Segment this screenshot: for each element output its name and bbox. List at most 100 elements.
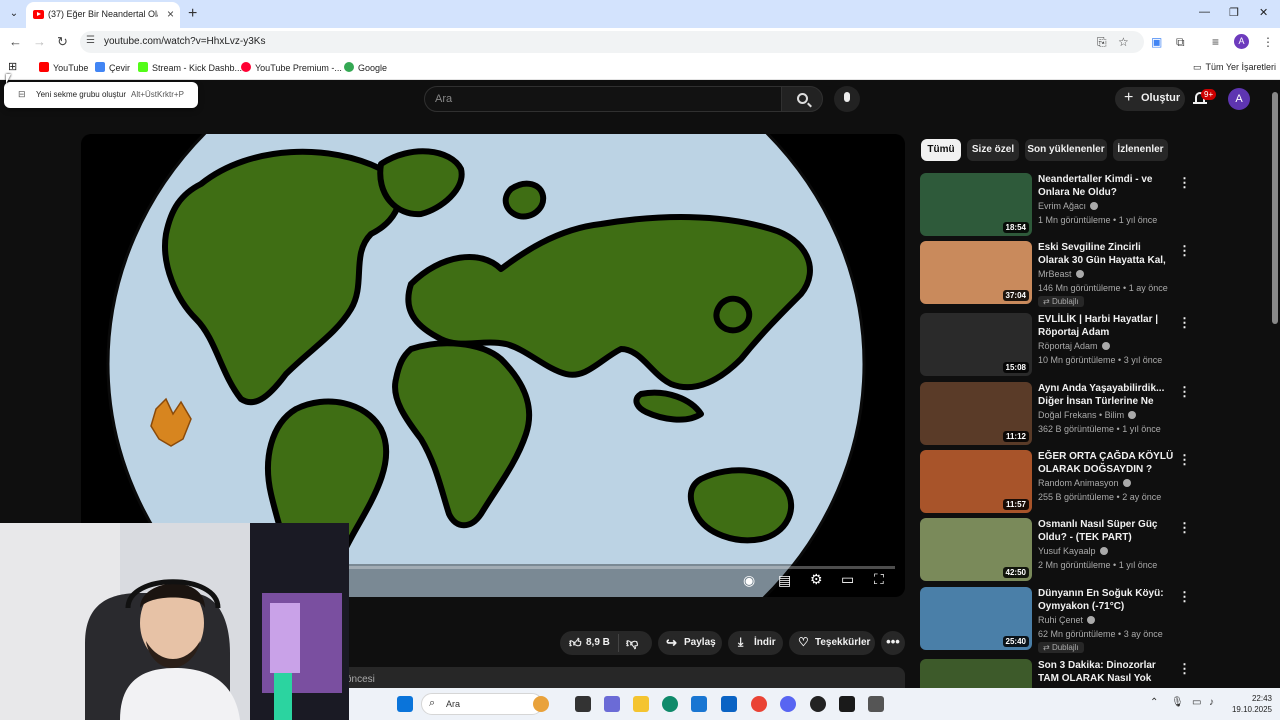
video-thumbnail[interactable]: 18:54 [920,173,1032,236]
apps-grid-icon[interactable]: ⊞ [8,60,17,73]
voice-search-button[interactable] [834,86,860,112]
youtube-search-input[interactable]: Ara [424,86,782,112]
system-clock[interactable]: 22:43 19.10.2025 [1232,693,1272,715]
youtube-search-button[interactable] [781,86,823,112]
browser-tab-active[interactable]: (37) Eğer Bir Neandertal Olaraki × [26,2,180,28]
taskbar-search[interactable]: ⌕ Ara [421,693,543,715]
tray-chevron-icon[interactable]: ⌃ [1150,697,1158,708]
back-icon[interactable]: ← [9,34,22,49]
tab-search-icon[interactable]: ⌄ [6,6,22,22]
share-button[interactable]: ↪ Paylaş [658,631,722,655]
microphone-icon[interactable]: 🎙︎ [1171,697,1184,708]
store-icon[interactable] [691,696,707,712]
bookmark-youtube[interactable]: YouTube [39,62,88,73]
theater-mode-icon[interactable]: ▭ [841,571,854,588]
network-icon[interactable]: ▭ [1192,697,1201,708]
video-title[interactable]: EĞER ORTA ÇAĞDA KÖYLÜ OLARAK DOĞSAYDIN ? [1038,450,1174,476]
thanks-button[interactable]: ♡ Teşekkürler [789,631,875,655]
channel-name[interactable]: Yusuf Kayaalp [1038,546,1108,556]
settings-gear-icon[interactable]: ⚙ [810,571,823,588]
more-options-icon[interactable]: ⋮ [1178,661,1191,677]
obs-icon[interactable] [810,696,826,712]
bookmark-kick[interactable]: Stream - Kick Dashb... [138,62,242,73]
more-options-icon[interactable]: ⋮ [1178,243,1191,259]
chip-recently-uploaded[interactable]: Son yüklenenler [1025,139,1107,161]
page-scrollbar[interactable] [1272,92,1278,324]
minimize-icon[interactable]: — [1199,6,1210,18]
video-title[interactable]: Neandertaller Kimdi - ve Onlara Ne Oldu? [1038,173,1174,199]
subtitles-icon[interactable]: ▤ [778,572,791,589]
youtube-avatar[interactable]: A [1228,88,1250,110]
create-button[interactable]: + Oluştur [1115,87,1185,111]
widgets-icon[interactable] [533,696,549,712]
reload-icon[interactable]: ↻ [57,34,68,50]
video-title[interactable]: Aynı Anda Yaşayabilirdik... Diğer İnsan … [1038,382,1174,409]
volume-icon[interactable]: ♪ [1209,697,1214,708]
browser-menu-icon[interactable]: ⋮ [1262,35,1274,49]
bookmark-star-icon[interactable]: ☆ [1118,35,1129,49]
channel-name[interactable]: Evrim Ağacı [1038,201,1099,211]
channel-name[interactable]: Ruhi Çenet [1038,615,1096,625]
edge-icon[interactable] [662,696,678,712]
recommended-video[interactable]: 11:12 Aynı Anda Yaşayabilirdik... Diğer İ… [920,382,1191,446]
channel-name[interactable]: Random Animasyon [1038,478,1131,488]
outlook-icon[interactable] [721,696,737,712]
more-options-icon[interactable]: ⋮ [1178,384,1191,400]
browser-profile-avatar[interactable]: A [1234,34,1249,49]
site-info-icon[interactable]: ☰ [86,35,95,46]
more-actions-icon[interactable]: ••• [881,631,905,655]
more-options-icon[interactable]: ⋮ [1178,175,1191,191]
restore-icon[interactable]: ❐ [1229,6,1239,19]
address-bar[interactable]: ☰ youtube.com/watch?v=HhxLvz-y3Ks [80,31,1144,53]
chip-for-you[interactable]: Size özel [967,139,1019,161]
video-title[interactable]: Dünyanın En Soğuk Köyü: Oymyakon (-71°C) [1038,587,1174,613]
video-thumbnail[interactable]: 42:50 [920,518,1032,581]
video-thumbnail[interactable]: 15:08 [920,313,1032,376]
more-options-icon[interactable]: ⋮ [1178,315,1191,331]
address-url[interactable]: youtube.com/watch?v=HhxLvz-y3Ks [104,36,265,47]
recommended-video[interactable]: 25:40 Dünyanın En Soğuk Köyü: Oymyakon (-… [920,587,1191,653]
bookmark-youtube-premium[interactable]: YouTube Premium -... [241,62,342,73]
close-window-icon[interactable]: ✕ [1259,6,1268,19]
video-thumbnail[interactable]: 11:57 [920,450,1032,513]
close-tab-icon[interactable]: × [167,7,174,21]
recommended-video[interactable]: 37:04 Eski Sevgiline Zincirli Olarak 30 G… [920,241,1191,307]
more-options-icon[interactable]: ⋮ [1178,452,1191,468]
channel-name[interactable]: Doğal Frekans • Bilim [1038,410,1137,420]
kick-icon[interactable] [839,696,855,712]
bookmark-translate[interactable]: Çevir [95,62,130,73]
fullscreen-icon[interactable]: ⛶ [874,571,884,588]
dislike-icon[interactable]: 👎︎ [626,636,638,651]
file-explorer-icon[interactable] [633,696,649,712]
recommended-video[interactable]: 15:08 EVLİLİK | Harbi Hayatlar | Röportaj… [920,313,1191,377]
video-thumbnail[interactable]: 25:40 [920,587,1032,650]
video-title[interactable]: EVLİLİK | Harbi Hayatlar | Röportaj Adam [1038,313,1174,339]
all-bookmarks[interactable]: ▭ Tüm Yer İşaretleri [1193,62,1276,73]
channel-name[interactable]: MrBeast [1038,269,1084,279]
app-icon[interactable] [868,696,884,712]
discord-icon[interactable] [780,696,796,712]
chip-watched[interactable]: İzlenenler [1113,139,1168,161]
video-title[interactable]: Eski Sevgiline Zincirli Olarak 30 Gün Ha… [1038,241,1174,268]
like-icon[interactable]: 👍︎ [569,636,582,651]
more-options-icon[interactable]: ⋮ [1178,520,1191,536]
recommended-video[interactable]: 18:54 Neandertaller Kimdi - ve Onlara Ne … [920,173,1191,237]
recommended-video[interactable]: 42:50 Osmanlı Nasıl Süper Güç Oldu? - (TE… [920,518,1191,582]
install-app-icon[interactable]: ⎘ [1097,35,1107,50]
video-thumbnail[interactable]: 37:04 [920,241,1032,304]
more-options-icon[interactable]: ⋮ [1178,589,1191,605]
task-view-icon[interactable] [575,696,591,712]
extensions-icon[interactable]: ⧉ [1176,35,1185,50]
channel-name[interactable]: Röportaj Adam [1038,341,1110,351]
video-title[interactable]: Son 3 Dakika: Dinozorlar TAM OLARAK Nası… [1038,659,1174,686]
media-controls-icon[interactable]: ≡ [1212,35,1219,49]
chrome-icon[interactable] [751,696,767,712]
video-thumbnail[interactable]: 11:12 [920,382,1032,445]
recommended-video[interactable]: 11:57 EĞER ORTA ÇAĞDA KÖYLÜ OLARAK DOĞSAY… [920,450,1191,514]
windows-start-icon[interactable] [397,696,413,712]
download-button[interactable]: ⤓ İndir [728,631,783,655]
new-tab-group-item[interactable]: Yeni sekme grubu oluştur [36,90,126,99]
video-title[interactable]: Osmanlı Nasıl Süper Güç Oldu? - (TEK PAR… [1038,518,1174,544]
chip-all[interactable]: Tümü [921,139,961,161]
translate-icon[interactable]: ▣ [1151,35,1162,49]
